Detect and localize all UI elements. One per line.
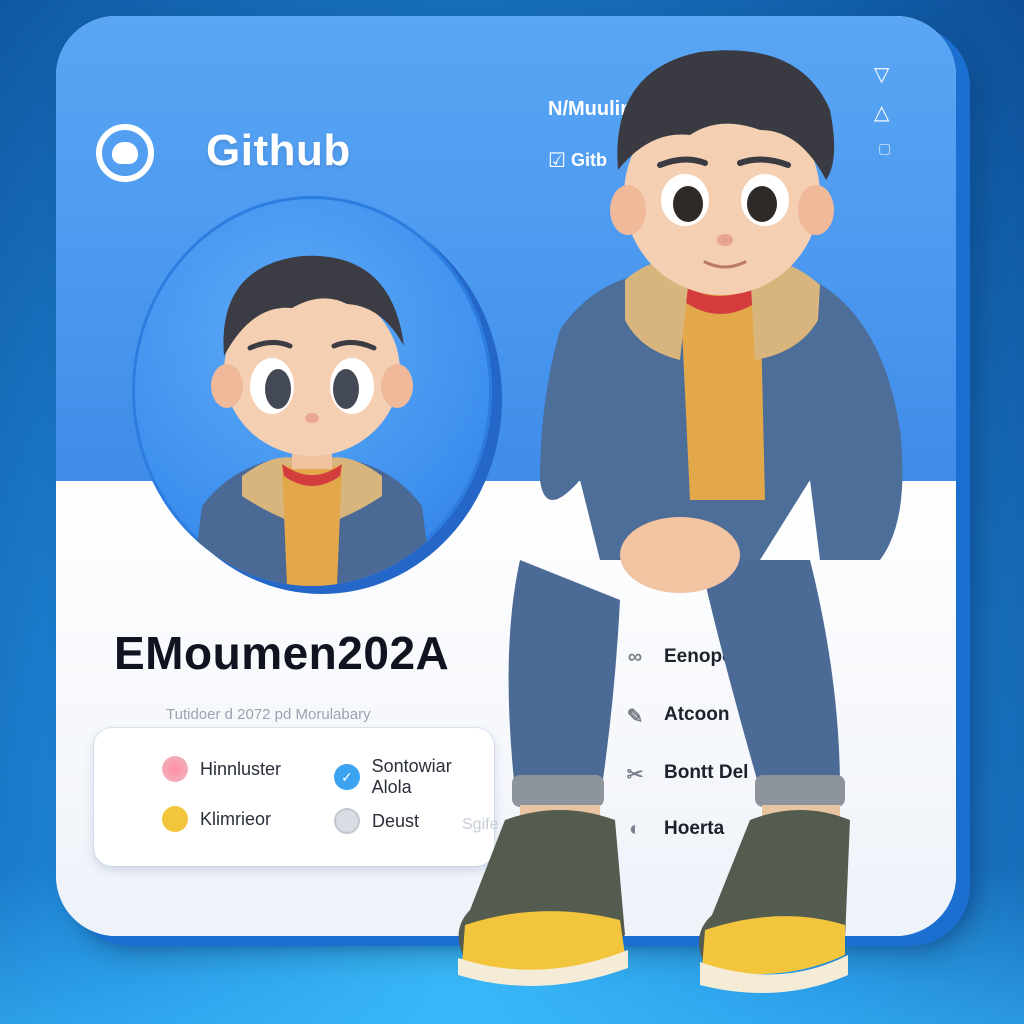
- info-item-label: Sgife: [462, 816, 499, 833]
- info-item-label: Klimrieor: [200, 808, 272, 829]
- avatar[interactable]: [132, 196, 492, 586]
- right-list-item-4[interactable]: ◐ Hoerta: [622, 818, 724, 840]
- right-list-label: Hoerta: [664, 818, 725, 839]
- right-list-item-2[interactable]: ✎ Atcoon: [622, 704, 730, 728]
- right-list-item-3[interactable]: ✂ Bontt Del: [622, 762, 749, 786]
- profile-card: Github N/Muulinn Gitb ☑ ▽ △ ▢ EMoumen202…: [56, 16, 956, 936]
- header-menu-text[interactable]: N/Muulinn: [548, 98, 645, 121]
- pink-heart-icon: [162, 756, 188, 782]
- pen-icon: ✎: [626, 706, 644, 728]
- info-item-1[interactable]: Hinnluster: [162, 756, 281, 782]
- info-item-4[interactable]: Deust: [334, 808, 419, 834]
- scissors-icon: ✂: [626, 764, 644, 786]
- link-icon: ∞: [627, 646, 643, 668]
- globe-icon: [334, 808, 360, 834]
- header-menu-text-2[interactable]: Gitb: [571, 150, 607, 171]
- avatar-illustration: [192, 255, 432, 586]
- triangle-icon[interactable]: △: [874, 100, 889, 125]
- github-logo-icon[interactable]: [96, 124, 154, 182]
- square-icon[interactable]: ▢: [878, 140, 891, 157]
- right-list-label: Atcoon: [664, 704, 730, 725]
- info-box: Hinnluster ✓ Sontowiar Alola Klimrieor D…: [94, 728, 498, 866]
- bird-icon: ✓: [334, 764, 360, 790]
- username: EMoumen202A: [114, 627, 450, 679]
- info-item-label: Hinnluster: [200, 758, 282, 779]
- right-list-item-1[interactable]: ∞ Eenopeke: [622, 646, 754, 668]
- info-item-2[interactable]: ✓ Sontowiar Alola: [334, 756, 494, 798]
- checkbox-icon[interactable]: ☑: [548, 148, 566, 173]
- info-item-label: Sontowiar Alola: [371, 756, 452, 797]
- badge-icon: ◐: [628, 818, 642, 840]
- right-list-label: Bontt Del: [664, 762, 749, 783]
- sunglasses-icon: [162, 806, 188, 832]
- right-list-label: Eenopeke: [664, 646, 754, 667]
- profile-subtitle: Tutidoer d 2072 pd Morulabary: [166, 706, 371, 723]
- chevron-down-icon[interactable]: ▽: [874, 62, 889, 87]
- info-item-5[interactable]: Sgife: [462, 816, 498, 834]
- info-item-label: Deust: [372, 810, 420, 831]
- app-title: Github: [206, 126, 351, 175]
- info-item-3[interactable]: Klimrieor: [162, 806, 271, 832]
